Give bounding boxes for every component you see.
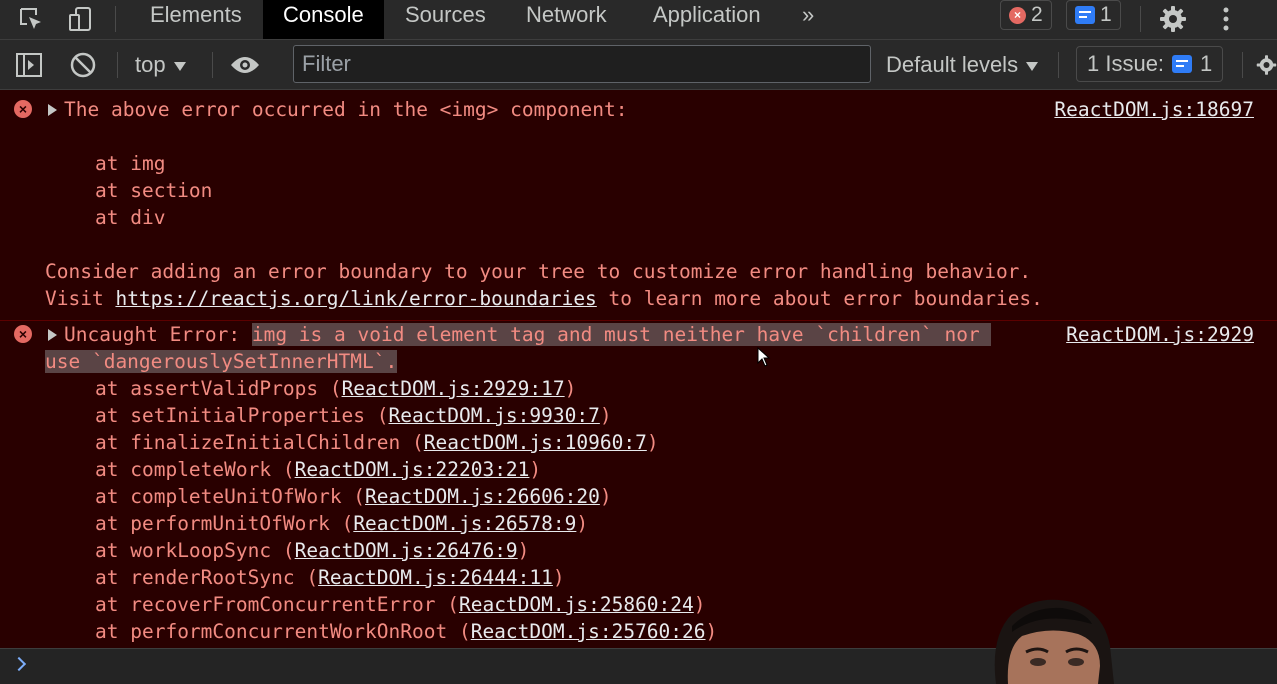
divider bbox=[117, 52, 118, 78]
prompt-chevron-icon bbox=[11, 656, 27, 672]
expand-triangle-icon[interactable] bbox=[48, 329, 57, 341]
tab-elements[interactable]: Elements bbox=[150, 0, 242, 39]
stack-frame-function: workLoopSync bbox=[130, 539, 272, 562]
errors-badge[interactable]: × 2 bbox=[1000, 0, 1052, 30]
console-output: × The above error occurred in the <img> … bbox=[0, 90, 1277, 648]
stack-frame: at finalizeInitialChildren (ReactDOM.js:… bbox=[95, 431, 659, 454]
filter-input[interactable] bbox=[293, 45, 871, 83]
tab-application[interactable]: Application bbox=[653, 0, 761, 39]
error-icon: × bbox=[14, 325, 32, 343]
clear-console-icon[interactable] bbox=[68, 50, 98, 80]
stack-frame-link[interactable]: ReactDOM.js:9930:7 bbox=[389, 404, 600, 427]
mouse-cursor-icon bbox=[757, 347, 771, 367]
divider bbox=[1058, 52, 1059, 78]
expand-triangle-icon[interactable] bbox=[48, 104, 57, 116]
error-message-text: The above error occurred in the <img> co… bbox=[64, 98, 628, 121]
stack-frame: at section bbox=[95, 179, 213, 202]
presenter-webcam bbox=[994, 599, 1114, 684]
log-levels-label: Default levels bbox=[886, 52, 1019, 77]
devtools-tabbar: Elements Console Sources Network Applica… bbox=[0, 0, 1277, 40]
more-tabs-button[interactable]: » bbox=[802, 0, 814, 39]
stack-frame-link[interactable]: ReactDOM.js:22203:21 bbox=[295, 458, 530, 481]
tab-sources[interactable]: Sources bbox=[405, 0, 486, 39]
live-expression-eye-icon[interactable] bbox=[230, 50, 260, 80]
stack-frame-link[interactable]: ReactDOM.js:10960:7 bbox=[424, 431, 647, 454]
console-error-message: × The above error occurred in the <img> … bbox=[0, 90, 1277, 321]
error-icon: × bbox=[14, 100, 32, 118]
uncaught-error-text-cont: use `dangerouslySetInnerHTML`. bbox=[45, 348, 398, 375]
error-boundary-visit: Visit https://reactjs.org/link/error-bou… bbox=[45, 285, 1043, 312]
settings-gear-icon[interactable] bbox=[1158, 4, 1188, 34]
stack-frame-function: performUnitOfWork bbox=[130, 512, 330, 535]
messages-count: 1 bbox=[1100, 3, 1112, 26]
device-toolbar-icon[interactable] bbox=[66, 4, 96, 34]
stack-frame: at completeUnitOfWork (ReactDOM.js:26606… bbox=[95, 485, 612, 508]
divider bbox=[1242, 52, 1243, 78]
divider bbox=[1140, 6, 1141, 32]
error-boundaries-link[interactable]: https://reactjs.org/link/error-boundarie… bbox=[115, 287, 596, 310]
messages-badge[interactable]: 1 bbox=[1066, 0, 1121, 30]
stack-frame-function: completeWork bbox=[130, 458, 272, 481]
stack-frame: at completeWork (ReactDOM.js:22203:21) bbox=[95, 458, 542, 481]
stack-frame-function: performConcurrentWorkOnRoot bbox=[130, 620, 448, 643]
errors-count: 2 bbox=[1031, 3, 1043, 26]
error-boundary-hint: Consider adding an error boundary to you… bbox=[45, 260, 1032, 283]
inspect-element-icon[interactable] bbox=[16, 4, 46, 34]
stack-frame-link[interactable]: ReactDOM.js:26578:9 bbox=[353, 512, 576, 535]
dropdown-arrow-icon bbox=[1026, 61, 1039, 71]
stack-frame-link[interactable]: ReactDOM.js:25860:24 bbox=[459, 593, 694, 616]
context-label: top bbox=[135, 52, 166, 77]
tab-console[interactable]: Console bbox=[263, 0, 384, 39]
stack-frame: at workLoopSync (ReactDOM.js:26476:9) bbox=[95, 539, 530, 562]
stack-frame: at div bbox=[95, 206, 166, 229]
issues-button[interactable]: 1 Issue: 1 bbox=[1076, 46, 1224, 82]
console-settings-gear-icon[interactable] bbox=[1256, 50, 1277, 80]
error-icon: × bbox=[1009, 6, 1026, 24]
stack-frame: at renderRootSync (ReactDOM.js:26444:11) bbox=[95, 566, 565, 589]
stack-frame: at setInitialProperties (ReactDOM.js:993… bbox=[95, 404, 612, 427]
stack-frame-function: setInitialProperties bbox=[130, 404, 366, 427]
stack-frame: at assertValidProps (ReactDOM.js:2929:17… bbox=[95, 377, 577, 400]
stack-frame-link[interactable]: ReactDOM.js:2929:17 bbox=[342, 377, 565, 400]
visit-suffix: to learn more about error boundaries. bbox=[596, 287, 1043, 310]
uncaught-error-text: Uncaught Error: img is a void element ta… bbox=[64, 321, 992, 348]
stack-frame-function: finalizeInitialChildren bbox=[130, 431, 401, 454]
stack-frame: at performUnitOfWork (ReactDOM.js:26578:… bbox=[95, 512, 589, 535]
stack-frame: at performConcurrentWorkOnRoot (ReactDOM… bbox=[95, 620, 718, 643]
stack-frame-link[interactable]: ReactDOM.js:26444:11 bbox=[318, 566, 553, 589]
stack-frame-link[interactable]: ReactDOM.js:26476:9 bbox=[295, 539, 518, 562]
more-options-icon[interactable] bbox=[1211, 4, 1241, 34]
message-icon bbox=[1075, 6, 1095, 24]
stack-frame-function: assertValidProps bbox=[130, 377, 319, 400]
stack-frame-function: renderRootSync bbox=[130, 566, 295, 589]
error-prefix: Uncaught Error: bbox=[64, 323, 252, 346]
stack-frame-link[interactable]: ReactDOM.js:26606:20 bbox=[365, 485, 600, 508]
sidebar-toggle-icon[interactable] bbox=[14, 50, 44, 80]
selected-text: use `dangerouslySetInnerHTML`. bbox=[45, 350, 398, 373]
tab-network[interactable]: Network bbox=[526, 0, 607, 39]
log-levels-dropdown[interactable]: Default levels bbox=[886, 52, 1039, 78]
context-selector[interactable]: top bbox=[135, 52, 186, 78]
stack-frame-function: recoverFromConcurrentError bbox=[130, 593, 436, 616]
stack-frame: at recoverFromConcurrentError (ReactDOM.… bbox=[95, 593, 706, 616]
stack-frame-function: completeUnitOfWork bbox=[130, 485, 342, 508]
stack-frame: at img bbox=[95, 152, 166, 175]
issue-message-icon bbox=[1172, 55, 1193, 73]
divider bbox=[212, 52, 213, 78]
issues-count: 1 bbox=[1200, 51, 1213, 76]
visit-prefix: Visit bbox=[45, 287, 116, 310]
source-link[interactable]: ReactDOM.js:2929 bbox=[1066, 321, 1254, 348]
stack-frame-link[interactable]: ReactDOM.js:25760:26 bbox=[471, 620, 706, 643]
source-link[interactable]: ReactDOM.js:18697 bbox=[1054, 96, 1254, 123]
dropdown-arrow-icon bbox=[173, 61, 186, 71]
issues-label: 1 Issue: bbox=[1087, 51, 1165, 76]
divider bbox=[115, 6, 116, 32]
selected-text: img is a void element tag and must neith… bbox=[251, 323, 992, 346]
